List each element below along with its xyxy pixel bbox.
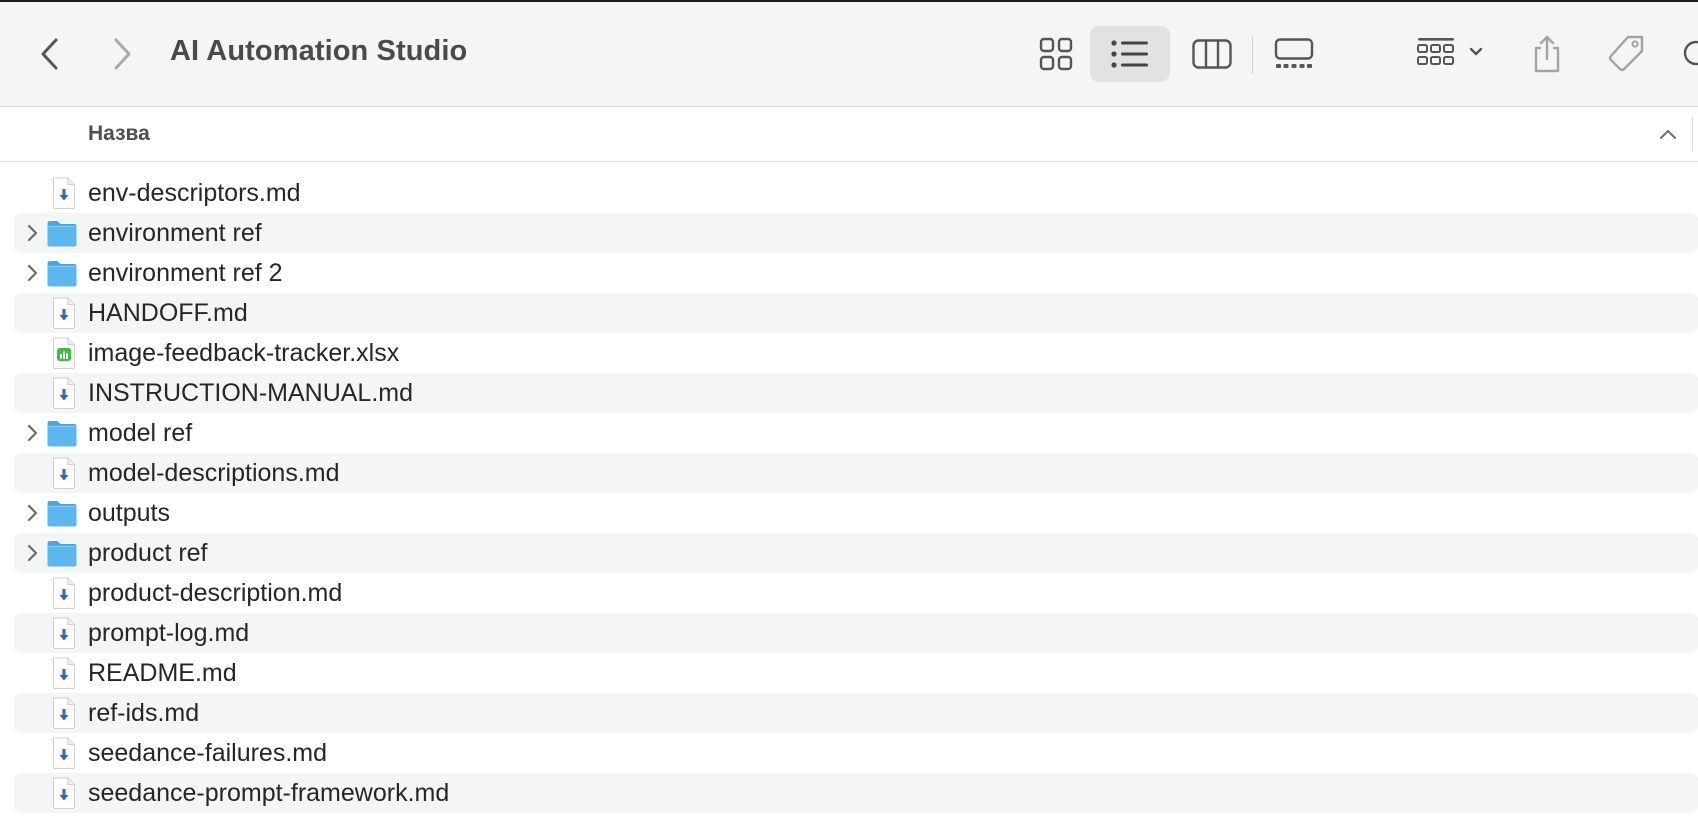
disclosure-chevron-icon[interactable] (24, 503, 40, 523)
file-name: product-description.md (88, 579, 343, 607)
folder-icon (46, 416, 78, 450)
disclosure-chevron-icon[interactable] (24, 263, 40, 283)
file-name: README.md (88, 659, 237, 687)
file-name: seedance-prompt-framework.md (88, 779, 450, 807)
markdown-file-icon (51, 576, 77, 610)
folder-icon (46, 256, 78, 290)
folder-icon (46, 536, 78, 570)
spreadsheet-file-icon (51, 336, 77, 370)
toolbar: AI Automation Studio (0, 2, 1698, 107)
forward-button[interactable] (100, 30, 144, 78)
sort-ascending-icon[interactable] (1656, 123, 1680, 145)
chevron-down-icon (1469, 47, 1483, 56)
tag-icon (1608, 35, 1644, 72)
disclosure-chevron-icon[interactable] (24, 543, 40, 563)
grid-icon (1039, 37, 1073, 71)
file-row[interactable]: seedance-failures.md (14, 733, 1698, 773)
file-name: INSTRUCTION-MANUAL.md (88, 379, 414, 407)
finder-window: AI Automation Studio Назва env-descripto… (0, 0, 1698, 830)
file-name: model ref (88, 419, 193, 447)
markdown-file-icon (51, 776, 77, 810)
file-row[interactable]: README.md (14, 653, 1698, 693)
file-name: environment ref 2 (88, 259, 283, 287)
file-name: model-descriptions.md (88, 459, 340, 487)
file-row[interactable]: image-feedback-tracker.xlsx (14, 333, 1698, 373)
folder-icon (46, 216, 78, 250)
folder-row[interactable]: model ref (14, 413, 1698, 453)
markdown-file-icon (51, 736, 77, 770)
markdown-file-icon (51, 176, 77, 210)
markdown-file-icon (51, 296, 77, 330)
file-name: image-feedback-tracker.xlsx (88, 339, 400, 367)
search-button[interactable] (1680, 34, 1698, 78)
file-name: HANDOFF.md (88, 299, 248, 327)
file-name: ref-ids.md (88, 699, 200, 727)
tag-button[interactable] (1600, 26, 1652, 82)
view-as-gallery-button[interactable] (1266, 28, 1322, 80)
folder-row[interactable]: environment ref (14, 213, 1698, 253)
file-row[interactable]: INSTRUCTION-MANUAL.md (14, 373, 1698, 413)
markdown-file-icon (51, 696, 77, 730)
share-icon (1534, 35, 1560, 73)
search-icon (1683, 40, 1698, 66)
file-name: product ref (88, 539, 208, 567)
gallery-icon (1274, 38, 1314, 68)
markdown-file-icon (51, 616, 77, 650)
disclosure-chevron-icon[interactable] (24, 423, 40, 443)
window-title: AI Automation Studio (170, 35, 468, 67)
file-row[interactable]: env-descriptors.md (14, 173, 1698, 213)
file-row[interactable]: HANDOFF.md (14, 293, 1698, 333)
file-name: env-descriptors.md (88, 179, 301, 207)
file-row[interactable]: seedance-prompt-framework.md (14, 773, 1698, 813)
file-row[interactable]: model-descriptions.md (14, 453, 1698, 493)
back-button[interactable] (28, 30, 72, 78)
view-as-icons-button[interactable] (1030, 28, 1082, 80)
file-name: environment ref (88, 219, 262, 247)
file-name: outputs (88, 499, 171, 527)
file-row[interactable]: product-description.md (14, 573, 1698, 613)
column-resize-handle[interactable] (1692, 117, 1693, 151)
folder-icon (46, 496, 78, 530)
list-icon (1111, 40, 1148, 68)
chevron-left-icon (41, 38, 58, 70)
group-grid-icon (1417, 38, 1483, 65)
chevron-right-icon (114, 38, 131, 70)
disclosure-chevron-icon[interactable] (24, 223, 40, 243)
view-as-columns-button[interactable] (1186, 28, 1238, 80)
share-button[interactable] (1522, 26, 1572, 82)
folder-row[interactable]: outputs (14, 493, 1698, 533)
markdown-file-icon (51, 376, 77, 410)
column-name-header[interactable]: Назва (88, 122, 150, 146)
file-name: prompt-log.md (88, 619, 250, 647)
markdown-file-icon (51, 456, 77, 490)
view-as-list-button[interactable] (1090, 26, 1170, 82)
folder-row[interactable]: environment ref 2 (14, 253, 1698, 293)
folder-row[interactable]: product ref (14, 533, 1698, 573)
columns-icon (1192, 39, 1232, 69)
file-name: seedance-failures.md (88, 739, 328, 767)
markdown-file-icon (51, 656, 77, 690)
group-by-button[interactable] (1412, 28, 1492, 80)
toolbar-divider (1252, 36, 1253, 74)
file-row[interactable]: prompt-log.md (14, 613, 1698, 653)
file-list: env-descriptors.md environment ref envir… (14, 173, 1698, 813)
list-column-header: Назва (0, 107, 1698, 162)
file-row[interactable]: ref-ids.md (14, 693, 1698, 733)
